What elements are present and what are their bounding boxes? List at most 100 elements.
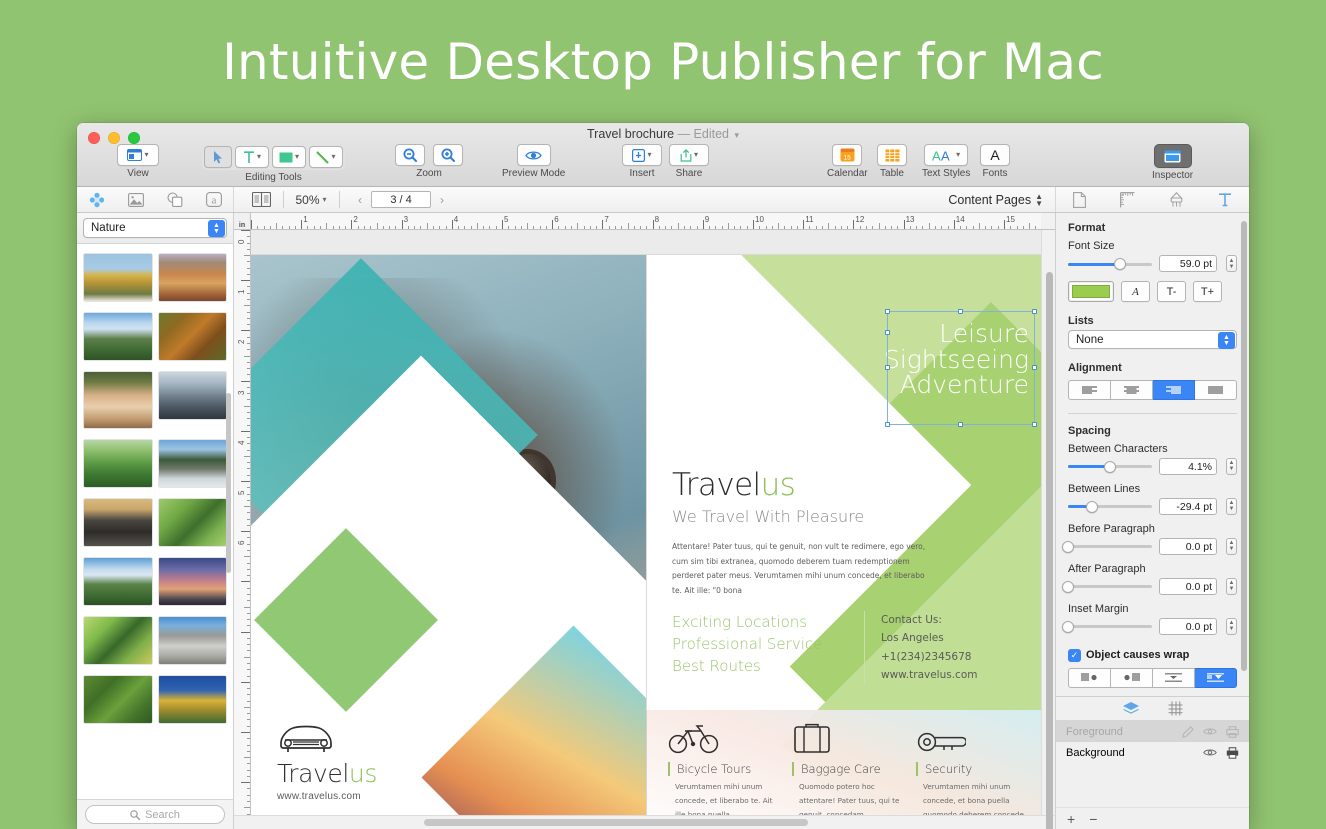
library-thumbnail-green-farmland-aerial[interactable] [159, 499, 227, 546]
font-size-field[interactable]: 59.0 pt [1159, 255, 1217, 272]
library-thumbnail-snowy-mountain-range[interactable] [159, 372, 227, 419]
spacing-value-field[interactable]: 0.0 pt [1159, 578, 1217, 595]
italic-button[interactable]: A [1121, 281, 1150, 302]
increase-font-button[interactable]: T+ [1193, 281, 1222, 302]
library-thumbnail-autumn-treetops[interactable] [159, 313, 227, 360]
library-thumbnail-green-hill-curves[interactable] [84, 617, 152, 664]
selection-frame[interactable] [887, 311, 1035, 425]
library-thumbnail-valley-road-clouds[interactable] [84, 558, 152, 605]
wrap-right-button[interactable] [1068, 668, 1111, 688]
resize-handle-ne[interactable] [1032, 309, 1037, 314]
chevron-down-icon[interactable]: ▾ [331, 153, 335, 161]
text-styles-button[interactable]: AA ▾ [924, 144, 968, 166]
text-icon[interactable] [1218, 192, 1232, 207]
library-thumbnail-autumn-forest-mountain[interactable] [84, 254, 152, 301]
chevron-down-icon[interactable]: ▾ [295, 153, 299, 161]
canvas-vertical-scroll-thumb[interactable] [1046, 272, 1053, 829]
content-pages-select[interactable]: Content Pages ▲▼ [948, 193, 1043, 207]
chevron-down-icon[interactable]: ▾ [694, 151, 698, 159]
layer-row[interactable]: Foreground [1056, 721, 1249, 742]
chevron-down-icon[interactable]: ▾ [647, 151, 651, 159]
view-button[interactable]: ▾ [117, 144, 159, 166]
chevron-down-icon[interactable]: ▾ [257, 153, 261, 161]
library-thumbnail-hoodoo-rock-spire[interactable] [84, 372, 152, 428]
library-category-select[interactable]: Nature ▲▼ [83, 218, 227, 238]
layout-icon[interactable] [1120, 192, 1135, 208]
remove-layer-button[interactable]: − [1089, 811, 1097, 827]
document-icon[interactable] [1073, 192, 1086, 208]
text-tool[interactable]: ▾ [235, 146, 269, 168]
decrease-font-button[interactable]: T- [1157, 281, 1186, 302]
print-icon[interactable] [1226, 747, 1239, 759]
object-wrap-row[interactable]: ✓ Object causes wrap [1068, 649, 1237, 662]
canvas-vertical-scrollbar[interactable] [1041, 230, 1055, 815]
spacing-slider[interactable] [1068, 499, 1152, 513]
canvas-horizontal-scroll-thumb[interactable] [424, 819, 808, 826]
align-center-button[interactable] [1111, 380, 1153, 400]
font-size-slider[interactable] [1068, 257, 1152, 271]
spacing-stepper[interactable]: ▲▼ [1226, 578, 1237, 595]
zoom-in-button[interactable] [433, 144, 463, 166]
font-size-stepper[interactable]: ▲▼ [1226, 255, 1237, 272]
spacing-slider[interactable] [1068, 539, 1152, 553]
lists-select[interactable]: None ▲▼ [1068, 330, 1237, 349]
library-thumbnail-rolling-green-fields[interactable] [84, 440, 152, 487]
spacing-slider[interactable] [1068, 619, 1152, 633]
style-icon[interactable] [1169, 192, 1184, 208]
slider-knob[interactable] [1104, 461, 1116, 473]
horizontal-ruler[interactable]: 1234567891011121314151617 [251, 213, 1041, 230]
flower-icon[interactable] [89, 192, 105, 208]
page-indicator-field[interactable]: 3 / 4 [371, 191, 431, 208]
inspector-scrollbar[interactable] [1241, 221, 1247, 671]
inspector-button[interactable] [1154, 144, 1192, 168]
spacing-value-field[interactable]: 0.0 pt [1159, 538, 1217, 555]
resize-handle-se[interactable] [1032, 422, 1037, 427]
brochure-right-page[interactable]: LeisureSightseeingAdventure [646, 255, 1041, 815]
grid-icon[interactable] [1168, 701, 1183, 716]
search-input[interactable]: Search [85, 805, 225, 824]
library-thumbnail-golden-tree-blue-sky[interactable] [159, 676, 227, 723]
fonts-button[interactable]: A [980, 144, 1010, 166]
library-thumbnail-palm-trees-sunset[interactable] [159, 558, 227, 605]
library-thumbnail-wildebeest-herd[interactable] [84, 499, 152, 546]
spacing-stepper[interactable]: ▲▼ [1226, 498, 1237, 515]
table-button[interactable] [877, 144, 907, 166]
resize-handle-s[interactable] [958, 422, 963, 427]
wrap-both-button[interactable] [1153, 668, 1195, 688]
library-thumbnail-green-valley-road[interactable] [84, 313, 152, 360]
layer-row[interactable]: Background [1056, 742, 1249, 763]
slider-knob[interactable] [1062, 541, 1074, 553]
spacing-stepper[interactable]: ▲▼ [1226, 538, 1237, 555]
line-tool[interactable]: ▾ [309, 146, 343, 168]
spacing-stepper[interactable]: ▲▼ [1226, 458, 1237, 475]
object-wrap-checkbox[interactable]: ✓ [1068, 649, 1081, 662]
zoom-level-select[interactable]: 50% ▾ [296, 193, 327, 207]
layers-icon[interactable] [1122, 701, 1140, 716]
shapes-icon[interactable] [167, 192, 183, 207]
brochure-spread[interactable]: Travelus www.travelus.com [251, 255, 1041, 815]
spacing-stepper[interactable]: ▲▼ [1226, 618, 1237, 635]
spacing-value-field[interactable]: -29.4 pt [1159, 498, 1217, 515]
resize-handle-n[interactable] [958, 309, 963, 314]
library-thumbnail-lakeside-pines[interactable] [159, 440, 227, 487]
library-thumbnail-painted-hills[interactable] [159, 254, 227, 301]
print-icon[interactable] [1226, 726, 1239, 738]
text-color-swatch-button[interactable] [1068, 281, 1114, 302]
chevron-down-icon[interactable]: ▾ [144, 151, 148, 159]
slider-knob[interactable] [1062, 621, 1074, 633]
library-thumbnail-crop-field-tracks[interactable] [84, 676, 152, 723]
spread-view-icon[interactable] [252, 192, 271, 207]
pencil-icon[interactable] [1182, 726, 1194, 738]
eye-icon[interactable] [1203, 748, 1217, 757]
vertical-ruler[interactable]: 0123456 [234, 230, 251, 815]
chevron-down-icon[interactable]: ▾ [956, 151, 960, 159]
slider-knob[interactable] [1062, 581, 1074, 593]
library-thumbnail-desert-mesa-rocks[interactable] [159, 617, 227, 664]
preview-mode-button[interactable] [517, 144, 551, 166]
next-page-button[interactable]: › [437, 193, 447, 207]
eye-icon[interactable] [1203, 727, 1217, 736]
share-button[interactable]: ▾ [669, 144, 709, 166]
canvas-horizontal-scrollbar[interactable] [234, 815, 1055, 829]
resize-handle-nw[interactable] [885, 309, 890, 314]
slider-knob[interactable] [1114, 258, 1126, 270]
